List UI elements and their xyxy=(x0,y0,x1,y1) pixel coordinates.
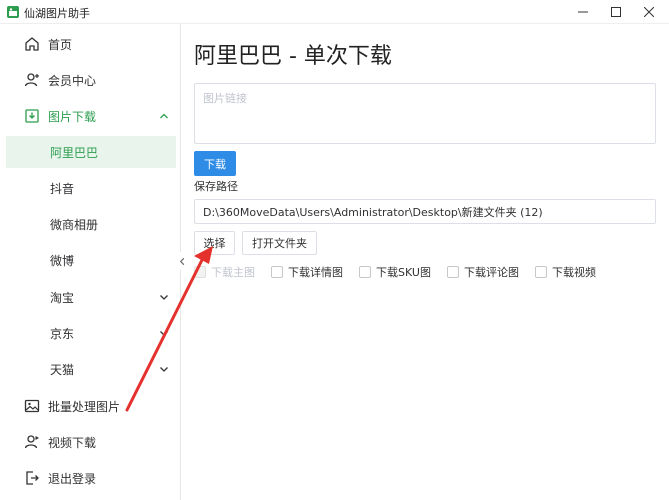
sidebar-item-weishang-album[interactable]: 微商相册 xyxy=(0,208,181,240)
sidebar-item-taobao[interactable]: 淘宝 xyxy=(0,281,181,313)
sidebar-item-weibo[interactable]: 微博 xyxy=(0,244,181,276)
chevron-down-icon xyxy=(160,295,168,300)
sidebar-item-label: 微商相册 xyxy=(50,217,99,232)
sidebar-item-label: 阿里巴巴 xyxy=(50,145,99,160)
chevron-up-icon xyxy=(160,113,168,119)
image-icon xyxy=(24,398,40,414)
maximize-button[interactable] xyxy=(601,2,631,22)
option-sku-image[interactable]: 下载SKU图 xyxy=(359,264,431,280)
option-label: 下载SKU图 xyxy=(376,266,431,279)
sidebar-item-home[interactable]: 首页 xyxy=(0,28,181,60)
checkbox[interactable] xyxy=(271,266,283,278)
sidebar-item-jd[interactable]: 京东 xyxy=(0,317,181,349)
choose-folder-button[interactable]: 选择 xyxy=(194,231,235,255)
sidebar-item-tmall[interactable]: 天猫 xyxy=(0,353,181,385)
sidebar-item-label: 淘宝 xyxy=(50,290,75,305)
sidebar-item-image-download[interactable]: 图片下载 xyxy=(0,100,181,132)
download-icon xyxy=(24,108,40,124)
minimize-button[interactable] xyxy=(568,2,598,22)
sidebar-item-label: 微博 xyxy=(50,253,75,268)
close-icon xyxy=(644,7,654,17)
sidebar-item-alibaba[interactable]: 阿里巴巴 xyxy=(6,136,176,168)
save-path-label: 保存路径 xyxy=(194,180,238,193)
sidebar-item-label: 天猫 xyxy=(50,362,75,377)
checkbox[interactable] xyxy=(446,266,459,278)
sidebar-item-label: 视频下载 xyxy=(48,435,97,450)
close-button[interactable] xyxy=(634,2,664,22)
sidebar-item-member-center[interactable]: 会员中心 xyxy=(0,64,181,96)
option-review-image[interactable]: 下载评论图 xyxy=(446,264,519,280)
option-label: 下载视频 xyxy=(551,266,596,279)
sidebar-item-label: 退出登录 xyxy=(48,471,97,486)
video-user-icon xyxy=(24,434,40,450)
home-icon xyxy=(24,36,40,52)
save-path-input[interactable] xyxy=(194,199,656,224)
checkbox[interactable] xyxy=(194,266,206,278)
app-logo-icon xyxy=(6,5,20,19)
sidebar-item-label: 首页 xyxy=(48,37,73,52)
option-main-image[interactable]: 下载主图 xyxy=(194,264,255,280)
sidebar-item-label: 批量处理图片 xyxy=(48,399,121,414)
sidebar: 首页 会员中心 图片下载 阿里巴巴 抖音 微商相册 微博 淘宝 京东 天猫 批量… xyxy=(0,24,181,500)
option-video[interactable]: 下载视频 xyxy=(534,264,596,280)
download-button[interactable]: 下载 xyxy=(194,151,236,176)
sidebar-item-douyin[interactable]: 抖音 xyxy=(0,172,181,204)
chevron-down-icon xyxy=(160,367,168,372)
window-title: 仙湖图片助手 xyxy=(24,7,90,20)
option-detail-image[interactable]: 下载详情图 xyxy=(271,264,343,280)
open-folder-button[interactable]: 打开文件夹 xyxy=(242,231,317,255)
page-title: 阿里巴巴 - 单次下载 xyxy=(194,44,392,69)
title-bar: 仙湖图片助手 xyxy=(0,0,669,24)
chevron-down-icon xyxy=(160,331,168,336)
download-options: 下载主图 下载详情图 下载SKU图 下载评论图 下载视频 xyxy=(194,264,612,280)
minimize-icon xyxy=(578,11,588,13)
sidebar-item-batch-process[interactable]: 批量处理图片 xyxy=(0,390,181,422)
checkbox[interactable] xyxy=(359,266,371,278)
sidebar-item-video-download[interactable]: 视频下载 xyxy=(0,426,181,458)
sidebar-item-logout[interactable]: 退出登录 xyxy=(0,462,181,494)
logout-icon xyxy=(24,470,40,486)
checkbox[interactable] xyxy=(534,266,547,278)
main-content: 阿里巴巴 - 单次下载 下载 保存路径 选择 打开文件夹 下载主图 下载详情图 … xyxy=(182,24,669,500)
image-link-input[interactable] xyxy=(194,83,656,144)
option-label: 下载评论图 xyxy=(463,266,519,279)
maximize-icon xyxy=(611,7,621,17)
sidebar-item-label: 京东 xyxy=(50,326,75,341)
option-label: 下载主图 xyxy=(211,266,255,279)
sidebar-item-label: 抖音 xyxy=(50,181,75,196)
sidebar-item-label: 会员中心 xyxy=(48,73,97,88)
user-icon xyxy=(24,72,40,88)
option-label: 下载详情图 xyxy=(288,266,343,279)
sidebar-item-label: 图片下载 xyxy=(48,109,97,124)
